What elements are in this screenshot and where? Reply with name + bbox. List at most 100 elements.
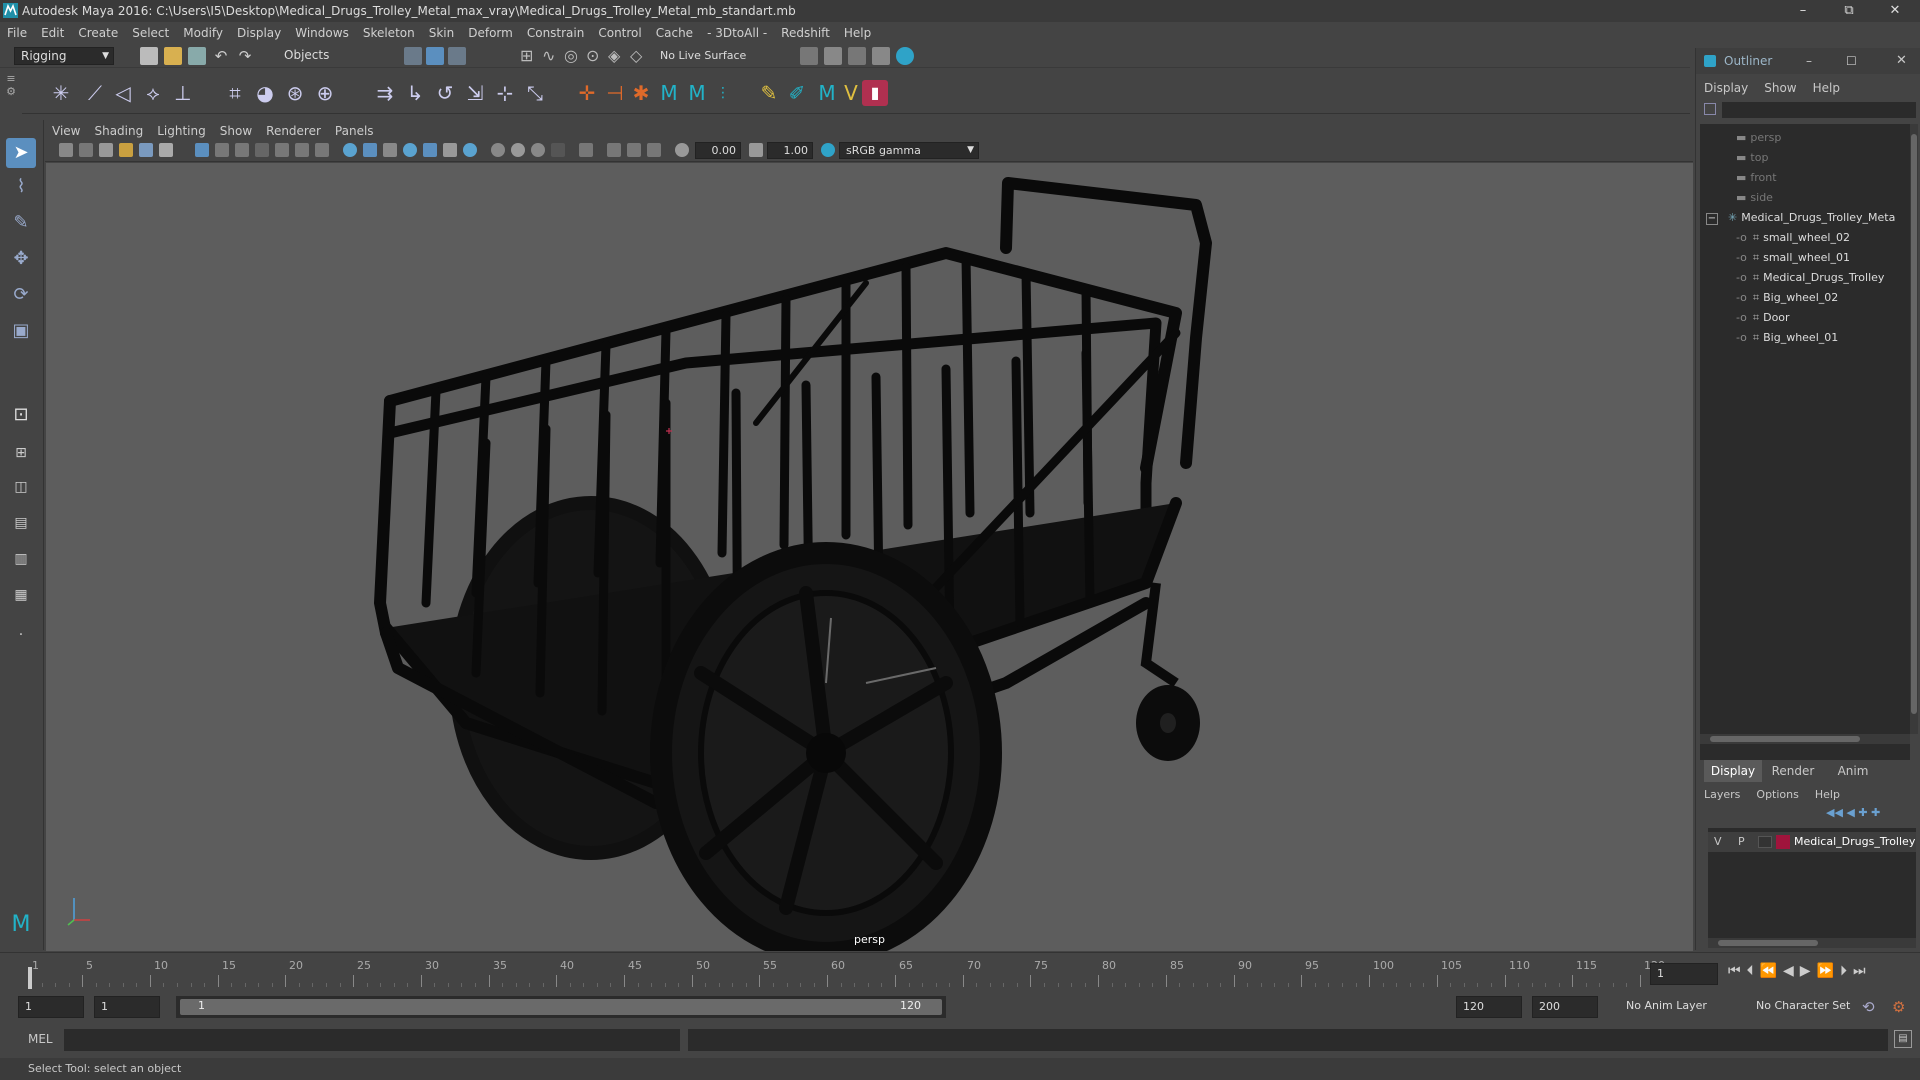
isolate-select-icon[interactable] xyxy=(579,143,593,157)
single-view-icon[interactable]: ⊡ xyxy=(6,400,36,430)
outliner-menu-item[interactable]: Help xyxy=(1805,78,1848,98)
menu-item[interactable]: Edit xyxy=(34,22,71,44)
image-plane-icon[interactable] xyxy=(119,143,133,157)
layer-tab[interactable]: Anim xyxy=(1824,760,1882,782)
two-view-icon[interactable]: ◫ xyxy=(6,472,36,502)
menu-set-dropdown[interactable]: Rigging ▼ xyxy=(14,47,114,65)
redo-icon[interactable]: ↷ xyxy=(236,47,254,65)
open-scene-icon[interactable] xyxy=(164,47,182,65)
snap-curve-icon[interactable]: ∿ xyxy=(542,47,560,65)
move-tool-icon[interactable]: ✥ xyxy=(6,244,36,274)
scale-constraint-icon[interactable]: ⇲ xyxy=(462,80,488,106)
grease-pencil-icon[interactable] xyxy=(139,143,153,157)
layer-hscrollbar[interactable] xyxy=(1708,938,1916,948)
rotate-tool-icon[interactable]: ⟳ xyxy=(6,280,36,310)
safe-action-icon[interactable] xyxy=(295,143,309,157)
aim-constraint-icon[interactable]: ↳ xyxy=(402,80,428,106)
character-set-dropdown[interactable]: No Character Set xyxy=(1750,996,1866,1018)
playback-controls[interactable]: ⏮⏴⏪◀▶⏩⏵⏭ xyxy=(1728,963,1918,985)
camera-select-icon[interactable] xyxy=(59,143,73,157)
smooth-shade-icon[interactable] xyxy=(363,143,377,157)
panel-menu-item[interactable]: Renderer xyxy=(259,122,328,140)
render-current-icon[interactable] xyxy=(824,47,842,65)
layout-more-icon[interactable]: · xyxy=(6,620,36,650)
menu-item[interactable]: Cache xyxy=(649,22,700,44)
menu-item[interactable]: Deform xyxy=(461,22,520,44)
layer-visibility-toggle[interactable]: V xyxy=(1714,832,1722,852)
panel-menu-item[interactable]: Shading xyxy=(87,122,150,140)
menu-item[interactable]: - 3DtoAll - xyxy=(700,22,774,44)
film-gate-icon[interactable] xyxy=(215,143,229,157)
attribute-tool-icon[interactable]: ⋮ xyxy=(710,80,736,106)
collapse-icon[interactable]: − xyxy=(1706,213,1718,225)
xray-icon[interactable] xyxy=(423,143,437,157)
orient-constraint-icon[interactable]: ↺ xyxy=(432,80,458,106)
grid-toggle-icon[interactable] xyxy=(195,143,209,157)
outliner-item[interactable]: − ✳ Medical_Drugs_Trolley_Meta xyxy=(1706,208,1895,228)
range-handle[interactable]: 1 120 xyxy=(180,999,942,1015)
menu-item[interactable]: Redshift xyxy=(774,22,837,44)
outliner-item[interactable]: ▬ side xyxy=(1736,188,1773,208)
exposure-icon[interactable] xyxy=(675,143,689,157)
minimize-button[interactable]: – xyxy=(1780,0,1826,22)
script-editor-icon[interactable]: ▤ xyxy=(1894,1030,1912,1048)
outliner-vscrollbar[interactable] xyxy=(1910,124,1918,734)
sculpt-deformer-icon[interactable]: ⊣ xyxy=(602,80,628,106)
range-bar[interactable]: 1 120 xyxy=(176,996,946,1018)
paint-select-icon[interactable]: ✎ xyxy=(6,208,36,238)
outliner-minimize-button[interactable]: – xyxy=(1806,48,1812,74)
time-slider[interactable]: 1 5 10 15 20 25 30 35 40 45 50 55 60 65 70 75 80 85 90 95 10… xyxy=(0,952,1920,990)
bookmark-icon[interactable] xyxy=(99,143,113,157)
filter-icon[interactable] xyxy=(1704,103,1716,115)
render-view-icon[interactable] xyxy=(800,47,818,65)
shader-ball-icon[interactable]: ▮ xyxy=(862,80,888,106)
selection-mode-dropdown[interactable]: Objects xyxy=(278,47,378,65)
hypershade-icon[interactable] xyxy=(896,47,914,65)
layer-action-icons[interactable]: ◀◀ ◀ ✚ ✚ xyxy=(1826,806,1916,822)
persp-graph-icon[interactable]: ▥ xyxy=(6,544,36,574)
resolution-gate-icon[interactable] xyxy=(235,143,249,157)
layer-row[interactable]: V P Medical_Drugs_Trolley xyxy=(1708,832,1916,852)
gate-mask-icon[interactable] xyxy=(255,143,269,157)
time-ruler[interactable]: 1 5 10 15 20 25 30 35 40 45 50 55 60 65 70 75 80 85 90 95 10… xyxy=(28,953,1665,991)
select-component-icon[interactable] xyxy=(448,47,466,65)
select-object-icon[interactable] xyxy=(426,47,444,65)
textured-icon[interactable] xyxy=(443,143,457,157)
menu-item[interactable]: Select xyxy=(125,22,176,44)
maya-tool-1-icon[interactable]: M xyxy=(656,80,682,106)
outliner-item[interactable]: ▬ persp xyxy=(1736,128,1781,148)
layer-playback-toggle[interactable]: P xyxy=(1738,832,1745,852)
use-lights-icon[interactable] xyxy=(463,143,477,157)
outliner-item[interactable]: -o ⌗ Big_wheel_01 xyxy=(1736,328,1838,348)
anim-layer-dropdown[interactable]: No Anim Layer xyxy=(1620,996,1740,1018)
viewport-persp[interactable]: persp xyxy=(46,163,1693,951)
lasso-tool-icon[interactable]: ⌇ xyxy=(6,172,36,202)
xray-joints-icon[interactable] xyxy=(607,143,621,157)
outliner-item[interactable]: -o ⌗ Door xyxy=(1736,308,1790,328)
paint-tool-icon[interactable]: ✐ xyxy=(784,80,810,106)
scene-end-field[interactable]: 200 xyxy=(1532,996,1598,1018)
color-management-icon[interactable] xyxy=(821,143,835,157)
command-input[interactable] xyxy=(64,1029,680,1051)
snap-point-icon[interactable]: ◎ xyxy=(564,47,582,65)
rigid-bind-icon[interactable]: ◕ xyxy=(252,80,278,106)
maximize-button[interactable]: ⧉ xyxy=(1826,0,1872,22)
mirror-joint-icon[interactable]: ⊥ xyxy=(170,80,196,106)
wire-tool-icon[interactable]: V xyxy=(838,80,864,106)
point-constraint-icon[interactable]: ⇉ xyxy=(372,80,398,106)
ik-handle-icon[interactable]: ⟋ xyxy=(82,80,108,106)
panel-menu-item[interactable]: View xyxy=(45,122,87,140)
scene-start-field[interactable]: 1 xyxy=(18,996,84,1018)
outliner-item[interactable]: ▬ front xyxy=(1736,168,1777,188)
menu-item[interactable]: Display xyxy=(230,22,288,44)
outliner-menu-item[interactable]: Display xyxy=(1696,78,1756,98)
persp-outliner-icon[interactable]: ▤ xyxy=(6,508,36,538)
wireframe-on-shaded-icon[interactable] xyxy=(403,143,417,157)
shelf-options[interactable]: ≡ ⚙ xyxy=(0,72,22,114)
wireframe-icon[interactable] xyxy=(343,143,357,157)
paint-weights-icon[interactable]: ✎ xyxy=(756,80,782,106)
outliner-item[interactable]: ▬ top xyxy=(1736,148,1768,168)
default-material-icon[interactable] xyxy=(383,143,397,157)
current-time-indicator[interactable] xyxy=(28,967,32,989)
motion-blur-icon[interactable] xyxy=(531,143,545,157)
